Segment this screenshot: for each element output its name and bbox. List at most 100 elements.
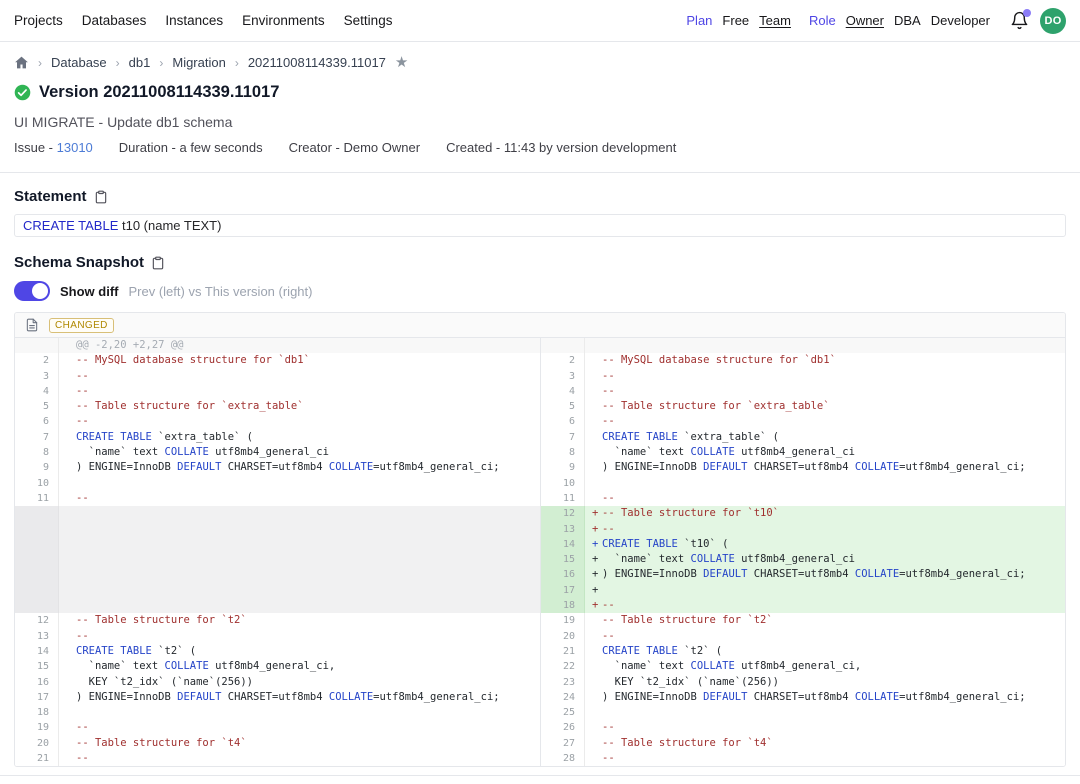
line-number: 14 xyxy=(541,537,585,552)
meta-created: Created - 11:43 by version development xyxy=(446,140,676,155)
line-code xyxy=(59,476,540,491)
breadcrumb-database[interactable]: Database xyxy=(51,55,107,70)
line-number: 24 xyxy=(541,690,585,705)
line-code xyxy=(585,705,1065,720)
role-owner-link[interactable]: Owner xyxy=(846,13,884,28)
avatar[interactable]: DO xyxy=(1040,8,1066,34)
line-code: +-- Table structure for `t10` xyxy=(585,506,1065,521)
line-number: 22 xyxy=(541,659,585,674)
statement-code-box: CREATE TABLE t10 (name TEXT) xyxy=(14,214,1066,237)
line-number: 25 xyxy=(541,705,585,720)
line-number: 15 xyxy=(541,552,585,567)
line-number: 26 xyxy=(541,720,585,735)
nav-item-projects[interactable]: Projects xyxy=(14,13,63,28)
line-code xyxy=(59,567,540,582)
line-code: -- xyxy=(59,414,540,429)
line-number xyxy=(15,537,59,552)
favorite-star-icon[interactable]: ★ xyxy=(395,55,408,70)
line-code: -- xyxy=(585,720,1065,735)
line-code xyxy=(59,522,540,537)
breadcrumb-version[interactable]: 20211008114339.11017 xyxy=(248,55,386,70)
show-diff-toggle[interactable] xyxy=(14,281,50,301)
diff-line-right-11: 11 -- xyxy=(541,491,1065,506)
line-number: 6 xyxy=(541,414,585,429)
diff-line-right-20: 20 -- xyxy=(541,629,1065,644)
diff-line-left xyxy=(15,598,540,613)
line-number: 9 xyxy=(541,460,585,475)
diff-line-right-27: 27 -- Table structure for `t4` xyxy=(541,736,1065,751)
diff-line-left-21: 21 -- xyxy=(15,751,540,766)
line-code: -- Table structure for `t2` xyxy=(59,613,540,628)
line-code xyxy=(59,537,540,552)
statement-title: Statement xyxy=(14,188,87,205)
copy-snapshot-icon[interactable] xyxy=(151,256,165,270)
page-title: Version 20211008114339.11017 xyxy=(39,83,279,102)
diff-line-left-15: 15 `name` text COLLATE utf8mb4_general_c… xyxy=(15,659,540,674)
schema-diff-viewer: CHANGED @@ -2,20 +2,27 @@2 -- MySQL data… xyxy=(14,312,1066,767)
account-area: Plan Free Team Role Owner DBA Developer … xyxy=(686,8,1066,34)
home-icon[interactable] xyxy=(14,55,29,70)
line-code xyxy=(585,338,1065,353)
breadcrumb-separator: › xyxy=(116,56,120,70)
diff-line-left-9: 9 ) ENGINE=InnoDB DEFAULT CHARSET=utf8mb… xyxy=(15,460,540,475)
top-navbar: Projects Databases Instances Environment… xyxy=(0,0,1080,42)
plan-upgrade-team-link[interactable]: Team xyxy=(759,13,791,28)
diff-line-right-3: 3 -- xyxy=(541,369,1065,384)
copy-statement-icon[interactable] xyxy=(94,190,108,204)
role-developer-link[interactable]: Developer xyxy=(931,13,990,28)
nav-item-instances[interactable]: Instances xyxy=(165,13,223,28)
diff-line-right-5: 5 -- Table structure for `extra_table` xyxy=(541,399,1065,414)
file-icon xyxy=(25,318,39,332)
diff-line-left-13: 13 -- xyxy=(15,629,540,644)
snapshot-title: Schema Snapshot xyxy=(14,254,144,271)
breadcrumb-migration[interactable]: Migration xyxy=(172,55,225,70)
line-code: ) ENGINE=InnoDB DEFAULT CHARSET=utf8mb4 … xyxy=(585,460,1065,475)
line-number xyxy=(15,522,59,537)
toggle-knob xyxy=(32,283,48,299)
breadcrumb-db1[interactable]: db1 xyxy=(129,55,151,70)
nav-item-environments[interactable]: Environments xyxy=(242,13,325,28)
role-dba-link[interactable]: DBA xyxy=(894,13,921,28)
line-number: 23 xyxy=(541,675,585,690)
line-code: KEY `t2_idx` (`name`(256)) xyxy=(59,675,540,690)
line-code: `name` text COLLATE utf8mb4_general_ci, xyxy=(59,659,540,674)
line-code: -- xyxy=(585,751,1065,766)
diff-line-right-28: 28 -- xyxy=(541,751,1065,766)
notification-bell-icon[interactable] xyxy=(1008,10,1030,32)
line-number: 3 xyxy=(541,369,585,384)
diff-line-left-19: 19 -- xyxy=(15,720,540,735)
diff-line-right-23: 23 KEY `t2_idx` (`name`(256)) xyxy=(541,675,1065,690)
line-code: -- Table structure for `t4` xyxy=(585,736,1065,751)
diff-line-left-7: 7 CREATE TABLE `extra_table` ( xyxy=(15,430,540,445)
line-code xyxy=(59,705,540,720)
line-code: -- Table structure for `extra_table` xyxy=(59,399,540,414)
diff-line-right-21: 21 CREATE TABLE `t2` ( xyxy=(541,644,1065,659)
meta-duration: Duration - a few seconds xyxy=(119,140,263,155)
nav-item-databases[interactable]: Databases xyxy=(82,13,147,28)
diff-line-left-14: 14 CREATE TABLE `t2` ( xyxy=(15,644,540,659)
line-code: +-- xyxy=(585,598,1065,613)
line-number xyxy=(15,338,59,353)
nav-item-settings[interactable]: Settings xyxy=(344,13,393,28)
diff-line-left-10: 10 xyxy=(15,476,540,491)
meta-issue: Issue - 13010 xyxy=(14,140,93,155)
diff-line-right-7: 7 CREATE TABLE `extra_table` ( xyxy=(541,430,1065,445)
line-number: 20 xyxy=(15,736,59,751)
line-code: ) ENGINE=InnoDB DEFAULT CHARSET=utf8mb4 … xyxy=(59,690,540,705)
meta-issue-label: Issue - xyxy=(14,140,57,155)
diff-line-right-25: 25 xyxy=(541,705,1065,720)
show-diff-hint: Prev (left) vs This version (right) xyxy=(129,284,313,299)
diff-line-left-3: 3 -- xyxy=(15,369,540,384)
diff-line-left-20: 20 -- Table structure for `t4` xyxy=(15,736,540,751)
line-code: KEY `t2_idx` (`name`(256)) xyxy=(585,675,1065,690)
issue-link[interactable]: 13010 xyxy=(57,140,93,155)
diff-pane-right: 2 -- MySQL database structure for `db1`3… xyxy=(540,338,1065,766)
line-number: 7 xyxy=(541,430,585,445)
diff-line-right-24: 24 ) ENGINE=InnoDB DEFAULT CHARSET=utf8m… xyxy=(541,690,1065,705)
diff-line-right-2: 2 -- MySQL database structure for `db1` xyxy=(541,353,1065,368)
line-number: 17 xyxy=(541,583,585,598)
line-number: 17 xyxy=(15,690,59,705)
line-number: 3 xyxy=(15,369,59,384)
line-code: CREATE TABLE `t2` ( xyxy=(59,644,540,659)
line-code: -- Table structure for `t4` xyxy=(59,736,540,751)
